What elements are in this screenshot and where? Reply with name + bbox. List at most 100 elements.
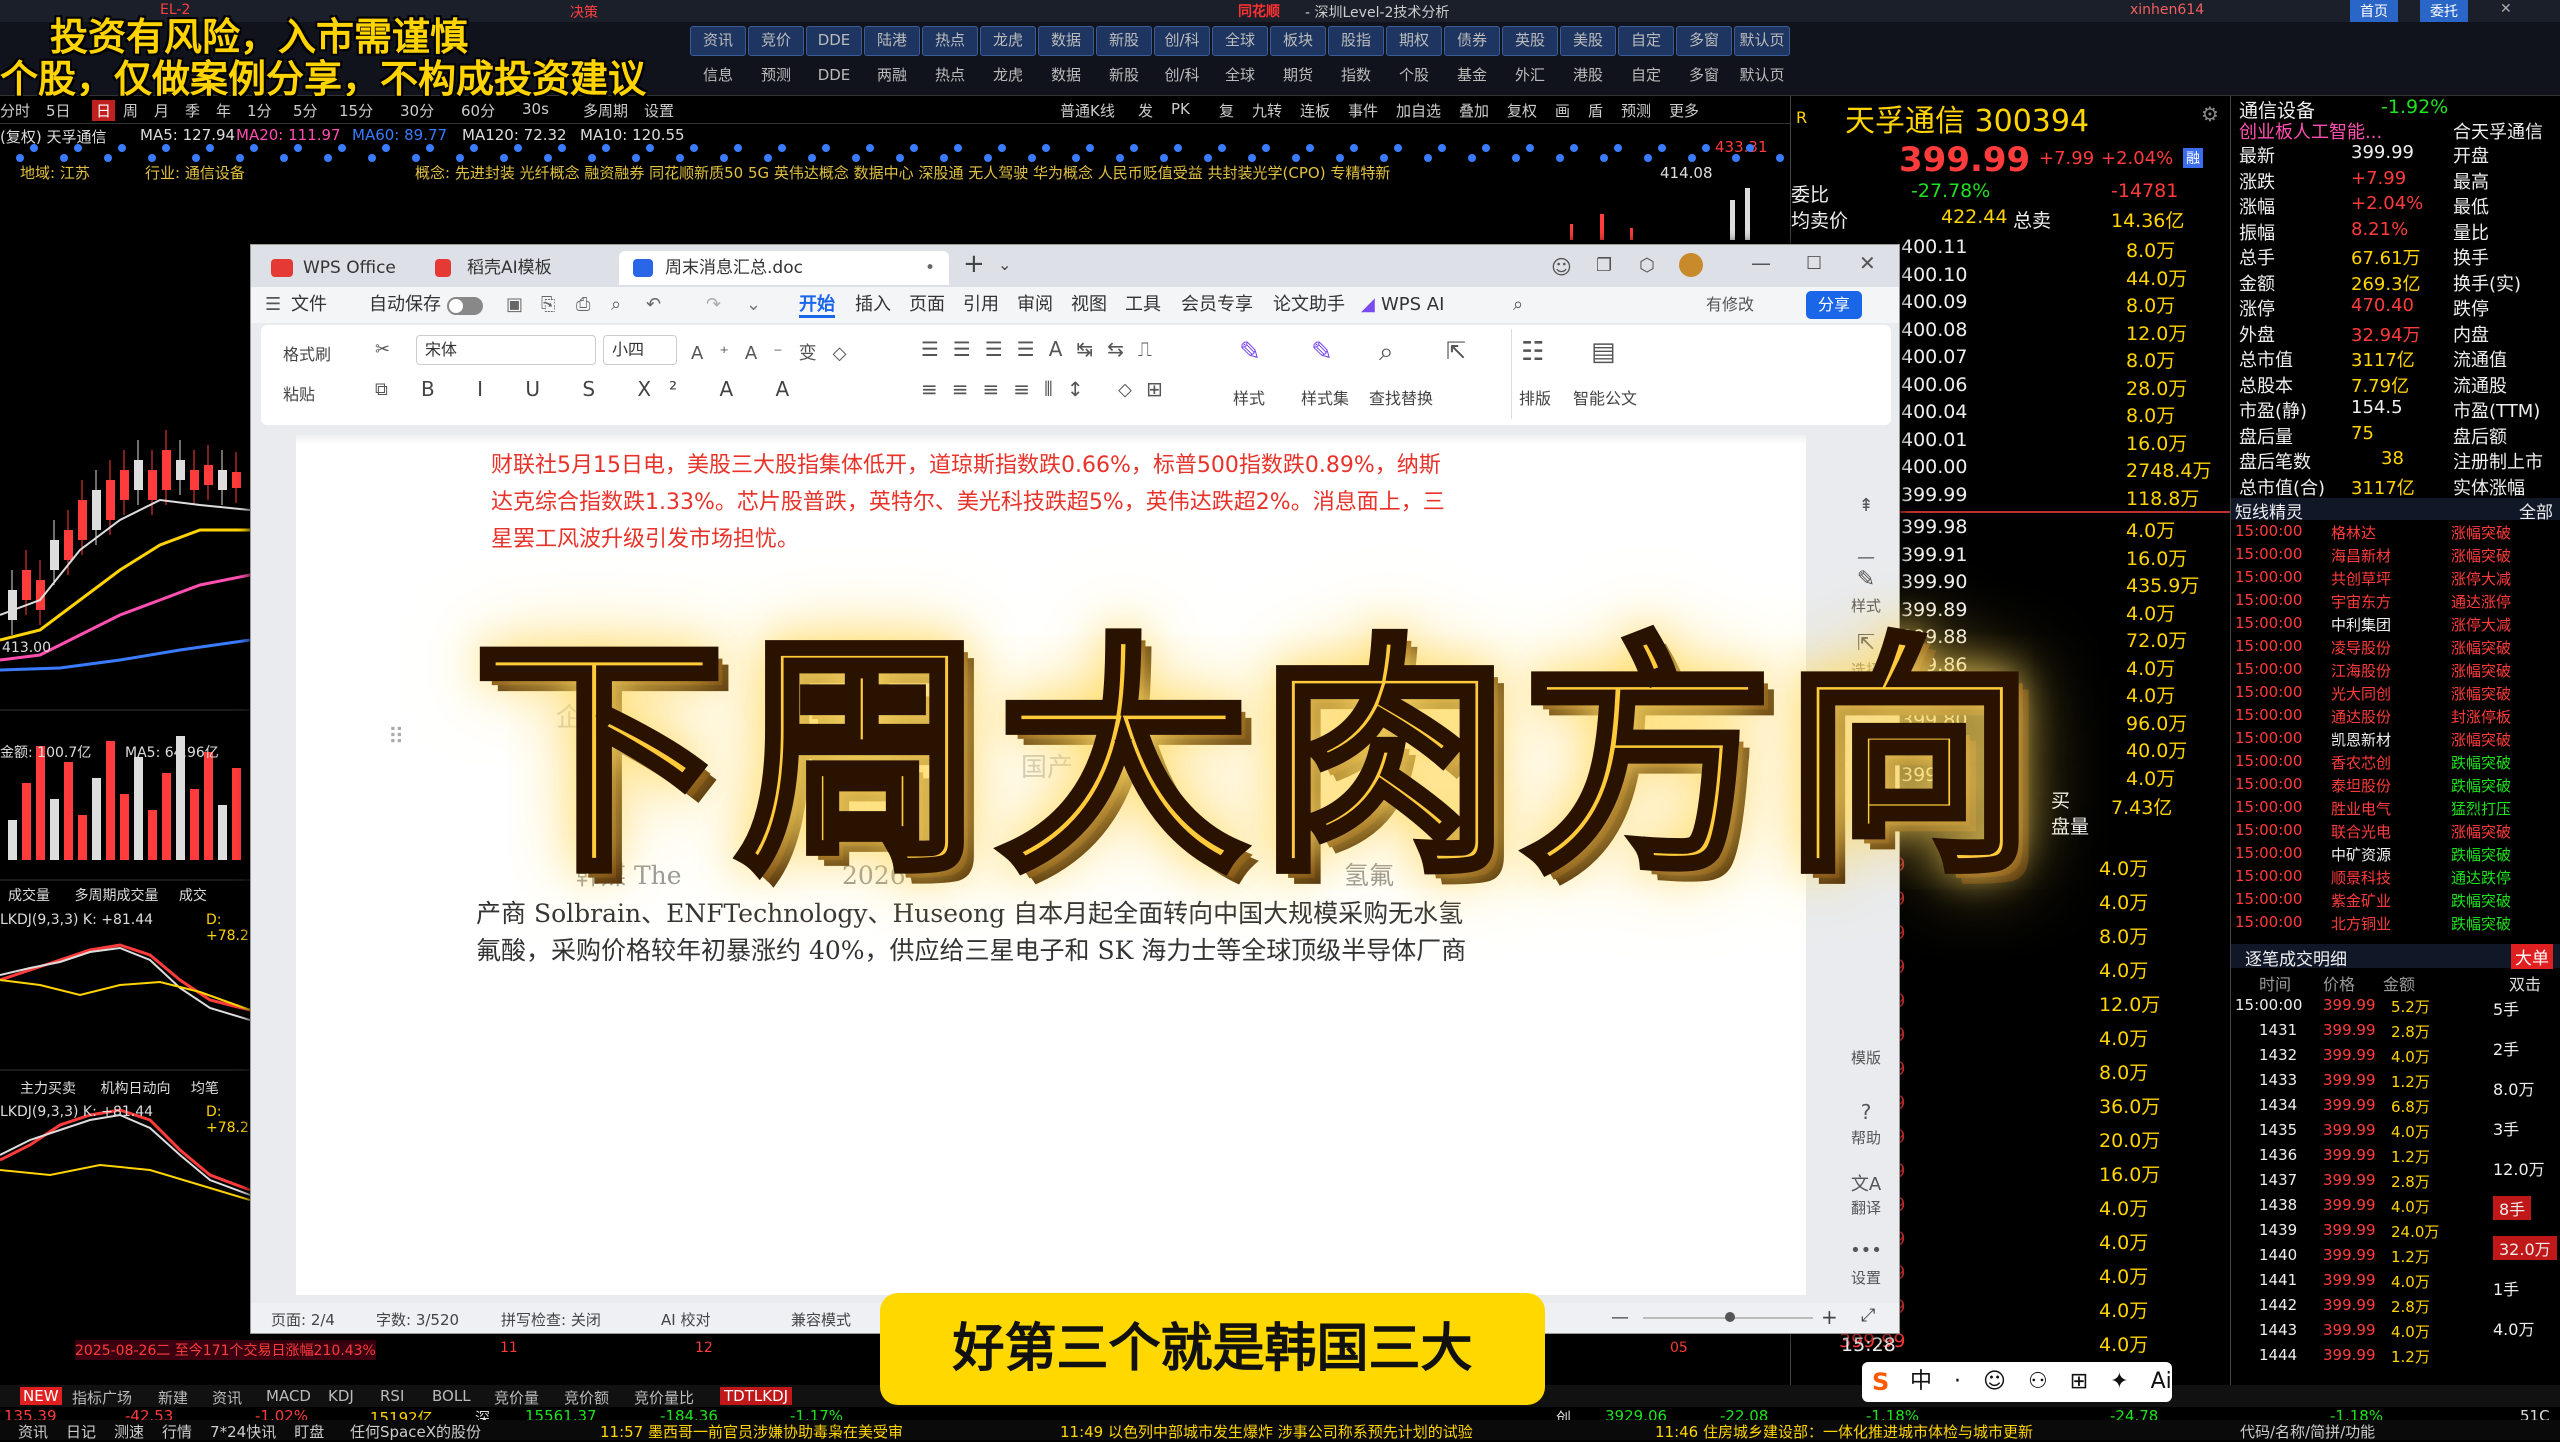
period-tab-0[interactable]: 分时: [0, 100, 30, 121]
maximize-icon[interactable]: ☐: [1806, 253, 1822, 274]
settings-dots-icon[interactable]: •••: [1836, 1240, 1896, 1261]
has-edit-label[interactable]: 有修改: [1706, 295, 1754, 315]
toolbar-sub-button-1[interactable]: 预测: [748, 60, 804, 90]
tab-inst-daily[interactable]: 机构日动向: [100, 1081, 170, 1097]
font-size-buttons[interactable]: A⁺A⁻变◇: [691, 339, 862, 365]
elf-tab-all[interactable]: 全部: [2519, 498, 2553, 523]
smart-doc-icon[interactable]: ▤: [1591, 337, 1616, 367]
fullscreen-icon[interactable]: ⤢: [1861, 1305, 1875, 1326]
toolbar-sub-button-3[interactable]: 两融: [864, 60, 920, 90]
elf-stock-2[interactable]: 共创草坪: [2331, 568, 2391, 589]
toolbar-sub-button-2[interactable]: DDE: [806, 60, 862, 90]
ime-item-2[interactable]: ☺: [1983, 1369, 2006, 1394]
format-painter-label[interactable]: 格式刷: [283, 341, 331, 365]
indicator-tab-5[interactable]: KDJ: [328, 1387, 354, 1405]
bottom-nav-0[interactable]: 资讯: [18, 1423, 48, 1441]
toolbar-sub-button-9[interactable]: 全球: [1212, 60, 1268, 90]
period-tab-5[interactable]: 季: [185, 100, 200, 121]
user-name[interactable]: xinhen614: [2130, 2, 2204, 18]
elf-stock-15[interactable]: 顺景科技: [2331, 867, 2391, 888]
toolbar-sub-button-0[interactable]: 信息: [690, 60, 746, 90]
window-tile-icon[interactable]: ❐: [1596, 255, 1612, 276]
toolbar-sub-button-18[interactable]: 默认页: [1734, 60, 1790, 90]
period-tab-10[interactable]: 30分: [400, 100, 434, 121]
toolbar-button-1[interactable]: 竞价: [748, 26, 804, 56]
period-tab-8[interactable]: 5分: [293, 100, 318, 121]
toolbar-sub-button-12[interactable]: 个股: [1386, 60, 1442, 90]
toolbar-sub-button-13[interactable]: 基金: [1444, 60, 1500, 90]
news-item-2[interactable]: 11:57 墨西哥一前官员涉嫌协助毒枭在美受审: [600, 1421, 903, 1442]
toolbar-button-18[interactable]: 默认页: [1734, 26, 1790, 56]
bottom-nav-1[interactable]: 日记: [66, 1423, 96, 1441]
zoom-slider[interactable]: [1643, 1312, 1813, 1322]
indicator-tab-2[interactable]: 新建: [158, 1387, 188, 1408]
toolbar-button-0[interactable]: 资讯: [690, 26, 746, 56]
period-tab-4[interactable]: 月: [154, 100, 169, 121]
zoom-out-icon[interactable]: —: [1611, 1307, 1629, 1328]
export-icon[interactable]: ⎘: [541, 295, 555, 315]
period-tab-14[interactable]: 设置: [644, 100, 674, 121]
chart-tool-0[interactable]: 普通K线: [1060, 100, 1115, 121]
elf-stock-11[interactable]: 泰坦股份: [2331, 775, 2391, 796]
avatar[interactable]: [1679, 253, 1703, 277]
elf-stock-12[interactable]: 胜业电气: [2331, 798, 2391, 819]
page-indicator[interactable]: 页面: 2/4: [271, 1309, 335, 1330]
news-item-3[interactable]: 11:49 以色列中部城市发生爆炸 涉事公司称系预先计划的试验: [1060, 1421, 1473, 1442]
autosave-toggle[interactable]: [447, 297, 483, 315]
drag-handle-icon[interactable]: ⠿: [388, 725, 404, 750]
chart-tool-1[interactable]: 发: [1138, 100, 1153, 121]
tab-volume[interactable]: 成交量: [8, 888, 50, 904]
chart-tool-5[interactable]: 连板: [1300, 100, 1330, 121]
indicator-tab-6[interactable]: RSI: [380, 1387, 404, 1405]
tab-trade[interactable]: 成交: [179, 888, 207, 904]
tab-wps-office[interactable]: WPS Office: [257, 251, 407, 285]
spell-check[interactable]: 拼写检查: 关闭: [501, 1309, 601, 1330]
minus-icon[interactable]: —: [1836, 547, 1896, 568]
toolbar-button-8[interactable]: 创/科: [1154, 26, 1210, 56]
toolbar-button-13[interactable]: 债券: [1444, 26, 1500, 56]
elf-stock-5[interactable]: 凌导股份: [2331, 637, 2391, 658]
chart-tool-10[interactable]: 画: [1555, 100, 1570, 121]
new-tab-icon[interactable]: +: [963, 249, 985, 279]
toolbar-button-9[interactable]: 全球: [1212, 26, 1268, 56]
more-chevron-icon[interactable]: ⌄: [746, 295, 761, 315]
save-icon[interactable]: ▣: [506, 295, 523, 315]
toolbar-sub-button-8[interactable]: 创/科: [1154, 60, 1210, 90]
copy-icon[interactable]: ⧉: [375, 379, 388, 400]
style-set-icon[interactable]: ✎: [1311, 337, 1333, 367]
indicator-tab-11[interactable]: TDTLKDJ: [720, 1387, 793, 1405]
minimize-icon[interactable]: —: [1751, 251, 1771, 275]
elf-stock-3[interactable]: 宇宙东方: [2331, 591, 2391, 612]
chart-tool-3[interactable]: 复: [1219, 100, 1234, 121]
bottom-nav-5[interactable]: 盯盘: [294, 1423, 324, 1441]
toolbar-button-3[interactable]: 陆港: [864, 26, 920, 56]
ime-item-4[interactable]: ⊞: [2070, 1369, 2088, 1394]
chart-tool-9[interactable]: 复权: [1507, 100, 1537, 121]
close-window-icon[interactable]: ✕: [1859, 251, 1876, 275]
menu-autosave[interactable]: 自动保存: [369, 295, 441, 315]
menu-page[interactable]: 页面: [909, 295, 945, 315]
translate-icon[interactable]: 文A: [1836, 1170, 1896, 1196]
toolbar-button-7[interactable]: 新股: [1096, 26, 1152, 56]
ime-item-3[interactable]: ⚇: [2028, 1369, 2048, 1394]
menu-home[interactable]: 开始: [799, 295, 835, 318]
chart-tool-7[interactable]: 加自选: [1396, 100, 1441, 121]
tab-close-dot-icon[interactable]: •: [925, 251, 935, 285]
indicator-tab-7[interactable]: BOLL: [432, 1387, 471, 1405]
paste-label[interactable]: 粘贴: [283, 381, 315, 405]
toolbar-button-4[interactable]: 热点: [922, 26, 978, 56]
ime-item-6[interactable]: Ai: [2151, 1369, 2172, 1394]
red-news-paragraph[interactable]: 财联社5月15日电，美股三大股指集体低开，道琼斯指数跌0.66%，标普500指数…: [491, 447, 1451, 558]
share-button[interactable]: 分享: [1806, 291, 1863, 319]
elf-stock-7[interactable]: 光大同创: [2331, 683, 2391, 704]
help-icon[interactable]: ?: [1836, 1100, 1896, 1124]
hamburger-icon[interactable]: ☰: [265, 295, 281, 315]
period-tab-11[interactable]: 60分: [461, 100, 495, 121]
indicator-tab-8[interactable]: 竞价量: [494, 1387, 539, 1408]
toolbar-button-15[interactable]: 美股: [1560, 26, 1616, 56]
ime-item-0[interactable]: 中: [1910, 1369, 1932, 1394]
bottom-nav-3[interactable]: 行情: [162, 1423, 192, 1441]
smart-doc-button[interactable]: 智能公文: [1573, 385, 1637, 409]
cube-icon[interactable]: ⬡: [1639, 255, 1655, 276]
print-icon[interactable]: ⎙: [576, 295, 590, 315]
